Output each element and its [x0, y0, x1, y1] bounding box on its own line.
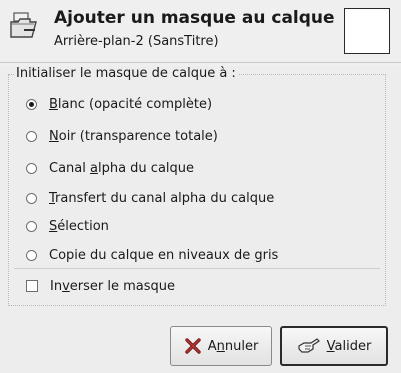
radio-label: Sélection: [49, 218, 109, 234]
ok-hand-icon: [297, 337, 321, 355]
validate-button[interactable]: Valider: [280, 326, 388, 366]
radio-label: Noir (transparence totale): [49, 128, 218, 144]
radio-button[interactable]: [26, 192, 37, 204]
radio-option-transfer-alpha[interactable]: Transfert du canal alpha du calque: [26, 188, 274, 208]
dialog-header: Ajouter un masque au calque Arrière-plan…: [0, 0, 401, 66]
dialog-subtitle: Arrière-plan-2 (SansTitre): [54, 34, 219, 49]
radio-label: Copie du calque en niveaux de gris: [49, 247, 279, 263]
group-title: Initialiser le masque de calque à :: [14, 66, 239, 81]
radio-button[interactable]: [26, 220, 37, 232]
radio-label: Transfert du canal alpha du calque: [49, 190, 275, 206]
checkbox-label: Inverser le masque: [50, 278, 176, 294]
group-divider: [14, 268, 380, 269]
add-layer-mask-dialog: Ajouter un masque au calque Arrière-plan…: [0, 0, 401, 373]
dialog-title: Ajouter un masque au calque: [54, 8, 335, 28]
radio-button[interactable]: [26, 162, 37, 174]
radio-option-grayscale-copy[interactable]: Copie du calque en niveaux de gris: [26, 245, 278, 265]
header-divider: [0, 62, 401, 63]
invert-mask-option[interactable]: Inverser le masque: [26, 276, 175, 296]
layer-preview: [344, 8, 390, 54]
radio-label: Canal alpha du calque: [49, 160, 195, 176]
radio-button[interactable]: [26, 249, 37, 261]
radio-option-selection[interactable]: Sélection: [26, 216, 109, 236]
radio-button[interactable]: [26, 98, 37, 110]
validate-label: Valider: [326, 338, 372, 354]
radio-button[interactable]: [26, 130, 37, 142]
cancel-x-icon: [184, 337, 202, 355]
radio-option-white[interactable]: Blanc (opacité complète): [26, 94, 212, 114]
radio-option-alpha-channel[interactable]: Canal alpha du calque: [26, 158, 194, 178]
radio-option-black[interactable]: Noir (transparence totale): [26, 126, 218, 146]
cancel-label: Annuler: [207, 338, 259, 354]
invert-mask-checkbox[interactable]: [26, 280, 38, 292]
add-layer-mask-icon: [8, 10, 40, 42]
cancel-button[interactable]: Annuler: [170, 326, 272, 366]
radio-label: Blanc (opacité complète): [49, 96, 213, 112]
